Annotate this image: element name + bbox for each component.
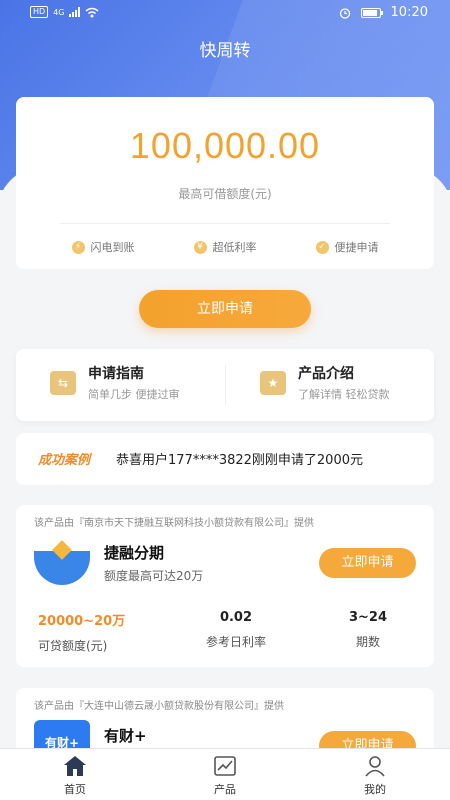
tab-label: 我的 xyxy=(364,783,386,796)
guide-title: 产品介绍 xyxy=(298,366,354,382)
product-logo xyxy=(34,540,90,587)
status-time: 10:20 xyxy=(390,5,428,20)
product-intro-link[interactable]: ★ 产品介绍 了解详情 轻松贷款 xyxy=(260,363,390,402)
tab-bar: 首页 产品 我的 xyxy=(0,748,450,800)
feature-label: 超低利率 xyxy=(212,241,257,254)
feature-label: 便捷申请 xyxy=(334,241,379,254)
guide-title: 申请指南 xyxy=(88,366,144,382)
feature-fast: ⚡ 闪电到账 xyxy=(71,239,135,255)
alarm-icon xyxy=(339,7,350,19)
feature-label: 闪电到账 xyxy=(90,241,135,254)
max-amount: 100,000.00 xyxy=(129,125,321,166)
success-case-text: 恭喜用户177****3822刚刚申请了2000元 xyxy=(116,453,363,468)
product-desc: 额度最高可达20万 xyxy=(104,569,204,583)
feature-low-rate: ¥ 超低利率 xyxy=(193,239,257,255)
provider-text: 该产品由『大连中山德云晟小额贷款股份有限公司』提供 xyxy=(34,701,284,712)
product-stats: 20000~20万 可贷额度(元) 0.02 参考日利率 3~24 期数 xyxy=(16,610,434,654)
max-amount-label: 最高可借额度(元) xyxy=(178,187,272,201)
status-right: 10:20 xyxy=(339,5,428,20)
application-guide-link[interactable]: ⇆ 申请指南 简单几步 便捷过审 xyxy=(50,363,180,402)
apply-now-button[interactable]: 立即申请 xyxy=(139,290,311,328)
home-icon xyxy=(64,756,86,776)
chart-icon xyxy=(214,756,236,776)
wifi-icon xyxy=(86,7,99,17)
stat-value: 20000~20万 xyxy=(38,614,126,629)
feature-easy: ✓ 便捷申请 xyxy=(315,239,379,255)
stat-label: 期数 xyxy=(355,635,380,649)
success-case-banner: 成功案例 恭喜用户177****3822刚刚申请了2000元 xyxy=(16,433,434,485)
page-title: 快周转 xyxy=(199,41,251,61)
hd-badge: HD xyxy=(30,6,49,18)
divider xyxy=(60,223,390,224)
stat-terms: 3~24 期数 xyxy=(302,610,434,654)
product-name: 有财+ xyxy=(104,727,147,745)
tab-mine[interactable]: 我的 xyxy=(300,749,450,800)
network-badge: 4G xyxy=(53,7,65,17)
provider-text: 该产品由『南京市天下捷融互联网科技小额贷款有限公司』提供 xyxy=(34,518,314,529)
stat-value: 0.02 xyxy=(219,610,253,625)
tab-label: 产品 xyxy=(214,783,236,796)
star-icon: ★ xyxy=(260,370,286,395)
stat-rate: 0.02 参考日利率 xyxy=(170,610,302,654)
tab-products[interactable]: 产品 xyxy=(150,749,300,800)
check-icon: ✓ xyxy=(315,240,329,254)
status-left: HD 4G xyxy=(30,6,99,18)
tab-label: 首页 xyxy=(64,783,86,796)
battery-icon xyxy=(360,7,383,18)
success-case-tag: 成功案例 xyxy=(38,453,91,468)
feature-list: ⚡ 闪电到账 ¥ 超低利率 ✓ 便捷申请 xyxy=(16,239,434,255)
tab-home[interactable]: 首页 xyxy=(0,749,150,800)
stat-amount: 20000~20万 可贷额度(元) xyxy=(16,610,170,654)
amount-card: 100,000.00 最高可借额度(元) ⚡ 闪电到账 ¥ 超低利率 ✓ 便捷申… xyxy=(16,97,434,269)
product-card[interactable]: 该产品由『南京市天下捷融互联网科技小额贷款有限公司』提供 捷融分期 额度最高可达… xyxy=(16,505,434,667)
swap-icon: ⇆ xyxy=(50,370,76,395)
status-bar: HD 4G 10:20 xyxy=(0,0,450,26)
stat-label: 可贷额度(元) xyxy=(38,639,108,653)
guide-card: ⇆ 申请指南 简单几步 便捷过审 ★ 产品介绍 了解详情 轻松贷款 xyxy=(16,349,434,421)
guide-subtitle: 了解详情 轻松贷款 xyxy=(298,388,390,401)
yen-icon: ¥ xyxy=(193,240,207,254)
signal-icon xyxy=(69,7,81,17)
product-name: 捷融分期 xyxy=(104,544,165,562)
guide-subtitle: 简单几步 便捷过审 xyxy=(88,388,180,401)
lightning-icon: ⚡ xyxy=(71,240,85,254)
product-apply-button[interactable]: 立即申请 xyxy=(319,548,416,578)
stat-label: 参考日利率 xyxy=(205,635,266,649)
stat-value: 3~24 xyxy=(348,610,388,625)
user-icon xyxy=(365,756,385,777)
divider xyxy=(225,365,226,405)
